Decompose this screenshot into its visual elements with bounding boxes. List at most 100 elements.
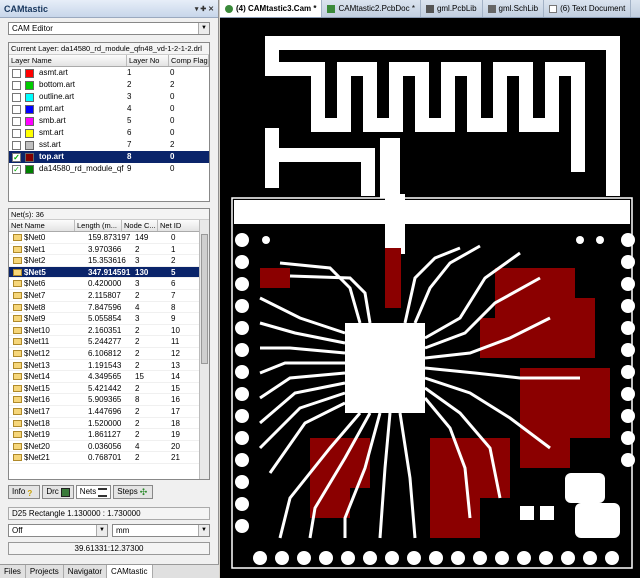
text-doc-icon [549,4,558,13]
net-name: $Net14 [24,372,50,382]
layer-name: asmt.art [39,68,68,77]
doc-tab-text[interactable]: (6) Text Document [544,0,632,17]
layer-row[interactable]: bottom.art 2 2 [9,79,209,91]
net-node-count: 2 [135,325,140,335]
net-row[interactable]: $Net17 1.447696 2 17 [9,406,209,418]
net-node-count: 4 [135,441,140,451]
layer-color-swatch [25,128,34,138]
net-row[interactable]: $Net7 2.115807 2 7 [9,290,209,302]
net-row[interactable]: $Net8 7.847596 4 8 [9,302,209,314]
tab-drc[interactable]: Drc [42,485,74,499]
col-comp-flag[interactable]: Comp Flag [169,55,209,66]
net-row[interactable]: $Net10 2.160351 2 10 [9,325,209,337]
nets-count: Net(s): 36 [9,209,209,220]
pcb-doc-icon [327,4,336,13]
tab-navigator[interactable]: Navigator [64,565,108,578]
net-name: $Net6 [24,279,46,289]
col-net-id[interactable]: Net ID [158,220,200,231]
net-name: $Net12 [24,348,50,358]
col-layer-no[interactable]: Layer No [127,55,169,66]
tab-camtastic[interactable]: CAMtastic [107,565,153,578]
doc-tab-schlib[interactable]: gml.SchLib [483,0,545,17]
layer-no: 2 [127,80,132,89]
panel-controls[interactable]: ▾ ✚ ✕ [195,5,214,13]
layer-row[interactable]: smb.art 5 0 [9,115,209,127]
col-node-count[interactable]: Node C... [122,220,158,231]
net-row[interactable]: $Net15 5.421442 2 15 [9,383,209,395]
layer-visibility-checkbox[interactable] [12,80,21,90]
layer-no: 9 [127,164,132,173]
tab-files[interactable]: Files [0,565,26,578]
chevron-down-icon[interactable]: ▼ [198,23,209,34]
net-row[interactable]: $Net20 0.036056 4 20 [9,441,209,453]
net-row[interactable]: $Net12 6.106812 2 12 [9,348,209,360]
mode-select[interactable]: Off ▼ [8,524,108,537]
layer-row[interactable]: smt.art 6 0 [9,127,209,139]
net-node-count: 2 [135,430,140,440]
layer-visibility-checkbox[interactable] [12,68,21,78]
chevron-down-icon[interactable]: ▼ [198,525,209,536]
col-net-name[interactable]: Net Name [9,220,75,231]
layer-visibility-checkbox[interactable]: ✓ [12,152,21,162]
doc-tab-pcblib[interactable]: gml.PcbLib [421,0,483,17]
net-row[interactable]: $Net14 4.349565 15 14 [9,371,209,383]
layer-row[interactable]: outline.art 3 0 [9,91,209,103]
net-row[interactable]: $Net1 3.970366 2 1 [9,244,209,256]
folder-icon [13,280,22,288]
layer-color-swatch [25,164,34,174]
net-row[interactable]: $Net5 347.914591 130 5 [9,266,209,279]
net-row[interactable]: $Net18 1.520000 2 18 [9,418,209,430]
layer-visibility-checkbox[interactable] [12,128,21,138]
net-node-count: 4 [135,302,140,312]
net-row[interactable]: $Net19 1.861127 2 19 [9,429,209,441]
doc-tab-label: (6) Text Document [560,3,626,13]
net-row[interactable]: $Net21 0.768701 2 21 [9,452,209,464]
folder-icon [13,361,22,369]
col-layer-name[interactable]: Layer Name [9,55,127,66]
chevron-down-icon[interactable]: ▼ [96,525,107,536]
doc-tab-cam[interactable]: (4) CAMtastic3.Cam * [220,0,323,17]
net-name: $Net17 [24,406,50,416]
layer-visibility-checkbox[interactable] [12,140,21,150]
tab-nets[interactable]: Nets [75,485,112,499]
net-row[interactable]: $Net2 15.353616 3 2 [9,255,209,267]
layer-visibility-checkbox[interactable] [12,116,21,126]
doc-tab-label: CAMtastic2.PcbDoc * [338,3,415,13]
net-row[interactable]: $Net13 1.191543 2 13 [9,360,209,372]
net-name: $Net0 [24,233,46,242]
doc-tab-pcbdoc[interactable]: CAMtastic2.PcbDoc * [322,0,421,17]
net-node-count: 2 [135,418,140,428]
net-name: $Net2 [24,256,46,266]
col-length[interactable]: Length (m... [75,220,122,231]
tab-projects[interactable]: Projects [26,565,64,578]
net-row[interactable]: $Net9 5.055854 3 9 [9,313,209,325]
layer-name: pmt.art [39,104,64,113]
layer-row[interactable]: pmt.art 4 0 [9,103,209,115]
layer-row[interactable]: asmt.art 1 0 [9,67,209,79]
layer-row[interactable]: sst.art 7 2 [9,139,209,151]
net-length: 1.191543 [88,360,122,370]
net-row[interactable]: $Net11 5.244277 2 11 [9,336,209,348]
net-row[interactable]: $Net0 159.873197 149 0 [9,232,209,244]
antenna-trace [265,36,620,198]
doc-tab-label: gml.PcbLib [436,3,477,13]
unit-select-value: mm [116,526,130,535]
layer-row[interactable]: ✓ top.art 8 0 [9,151,209,163]
net-row[interactable]: $Net6 0.420000 3 6 [9,278,209,290]
net-node-count: 3 [135,256,140,266]
scroll-thumb[interactable] [201,234,208,364]
unit-select[interactable]: mm ▼ [112,524,210,537]
editor-select[interactable]: CAM Editor ▼ [8,22,210,35]
layer-name: smb.art [39,116,66,125]
tab-info[interactable]: Info? [8,485,41,499]
layer-visibility-checkbox[interactable] [12,104,21,114]
layer-row[interactable]: ✓ da14580_rd_module_qfn4 9 0 [9,163,209,175]
tab-steps-label: Steps [117,487,138,496]
pcb-canvas[interactable] [220,18,640,578]
layer-visibility-checkbox[interactable] [12,92,21,102]
tab-steps[interactable]: Steps ✣ [113,485,153,499]
nets-scrollbar[interactable] [199,220,209,479]
net-row[interactable]: $Net16 5.909365 8 16 [9,394,209,406]
layer-visibility-checkbox[interactable]: ✓ [12,164,21,174]
coords-readout: 39.61331:12.37300 [8,542,210,555]
